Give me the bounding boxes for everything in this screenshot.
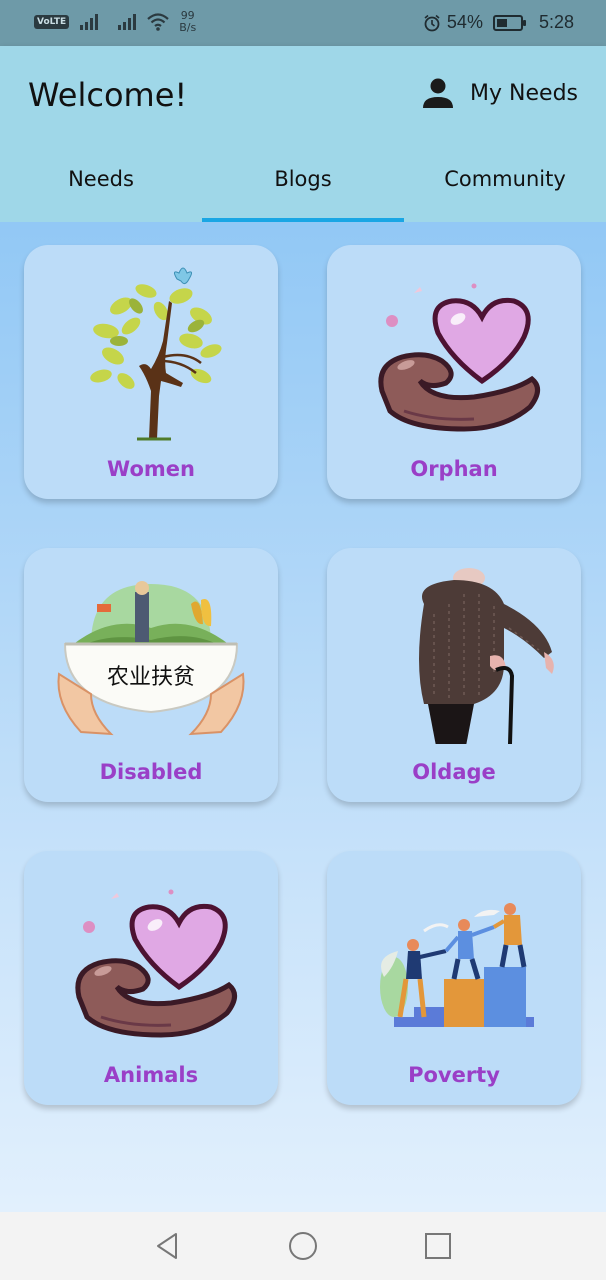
category-label: Women <box>107 457 195 481</box>
category-grid: Women Orphan 农业扶贫 Disabled Oldage Animal… <box>0 222 606 1212</box>
my-needs-label: My Needs <box>470 80 578 106</box>
category-card-poverty[interactable]: Poverty <box>327 851 581 1105</box>
category-card-disabled[interactable]: 农业扶贫 Disabled <box>24 548 278 802</box>
home-icon[interactable] <box>287 1230 319 1262</box>
people-helping-climb-illustration <box>380 903 534 1027</box>
heart-in-hand-illustration <box>75 889 237 1038</box>
heart-in-hand-illustration <box>378 283 540 432</box>
net-speed-unit: B/s <box>179 21 197 34</box>
category-label: Disabled <box>99 760 203 784</box>
category-label: Animals <box>103 1063 199 1087</box>
category-card-orphan[interactable]: Orphan <box>327 245 581 499</box>
volte-badge: VoLTE <box>34 15 70 29</box>
battery-percent: 54% <box>446 12 483 32</box>
woman-tree-illustration <box>90 267 222 441</box>
signal-icon <box>118 14 137 30</box>
person-icon <box>423 78 454 108</box>
status-bar-right: 54% 5:28 <box>423 12 574 33</box>
alarm-icon <box>424 14 440 31</box>
category-label: Oldage <box>412 760 496 784</box>
app-bar: Welcome! My Needs Needs Blogs Community <box>0 46 606 222</box>
wifi-icon <box>147 13 169 31</box>
recents-icon[interactable] <box>422 1230 454 1262</box>
tab-community[interactable]: Community <box>404 154 606 222</box>
tab-label: Blogs <box>274 167 332 191</box>
battery-icon <box>492 14 526 31</box>
category-card-women[interactable]: Women <box>24 245 278 499</box>
bowl-in-hands-illustration: 农业扶贫 <box>57 581 245 736</box>
net-speed: 99 B/s <box>179 10 196 34</box>
category-label: Poverty <box>408 1063 500 1087</box>
system-nav-bar <box>0 1212 606 1280</box>
tab-label: Needs <box>68 167 134 191</box>
tab-blogs[interactable]: Blogs <box>202 154 404 222</box>
clock-time: 5:28 <box>538 12 574 32</box>
page-title: Welcome! <box>28 76 188 114</box>
bowl-text: 农业扶贫 <box>107 665 195 690</box>
back-icon[interactable] <box>152 1230 184 1262</box>
tab-bar: Needs Blogs Community <box>0 154 606 222</box>
category-label: Orphan <box>410 457 498 481</box>
status-bar: VoLTE 99 B/s 54% 5:28 <box>0 0 606 46</box>
category-card-animals[interactable]: Animals <box>24 851 278 1105</box>
category-card-oldage[interactable]: Oldage <box>327 548 581 802</box>
tab-label: Community <box>444 167 566 191</box>
my-needs-button[interactable]: My Needs <box>422 78 578 108</box>
status-bar-left: VoLTE 99 B/s <box>34 10 196 34</box>
tab-needs[interactable]: Needs <box>0 154 202 222</box>
signal-icon <box>80 14 99 30</box>
elderly-person-cane-illustration <box>419 568 554 744</box>
